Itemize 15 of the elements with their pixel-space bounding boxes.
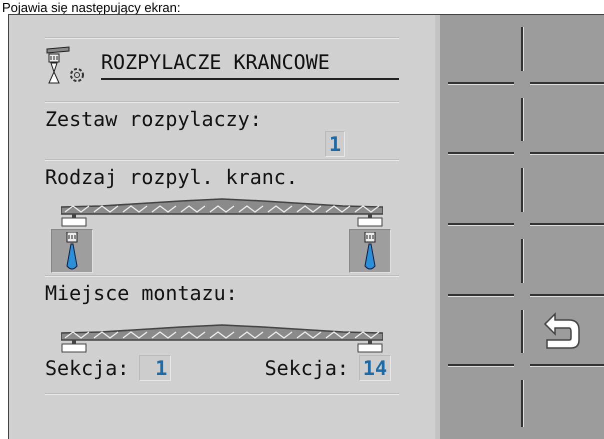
end-nozzle-button[interactable] (349, 229, 391, 273)
nozzle-set-label: Zestaw rozpylaczy: (45, 106, 263, 131)
caption-text: Pojawia się następujący ekran: (1, 0, 182, 14)
screen-title: ROZPYLACZE KRANCOWE (101, 50, 399, 80)
end-nozzle-type-label: Rodzaj rozpyl. kranc. (45, 164, 299, 189)
section-label: Sekcja: (264, 356, 349, 380)
nozzle-icon (65, 232, 79, 272)
mounting-label: Miejsce montazu: (45, 280, 239, 305)
nozzle-set-value[interactable]: 1 (324, 131, 345, 157)
nozzle-icon (363, 232, 377, 272)
section-value[interactable]: 14 (358, 355, 391, 381)
end-nozzle-button[interactable] (51, 229, 93, 273)
section-label: Sekcja: (45, 356, 130, 380)
section-value[interactable]: 1 (139, 355, 172, 381)
return-icon (543, 312, 583, 350)
